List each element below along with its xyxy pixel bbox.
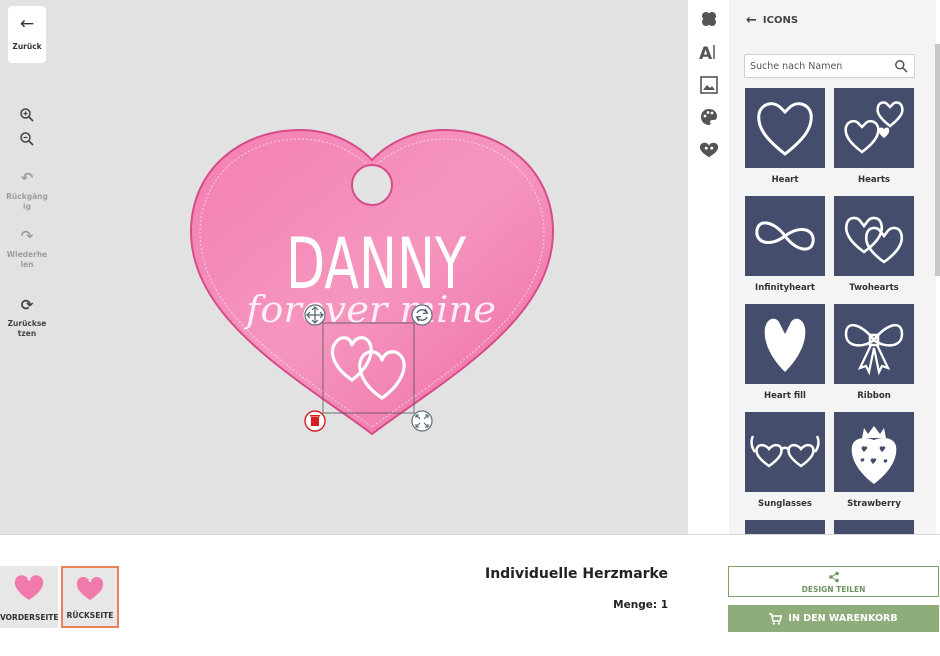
heart-tag-preview: DANNY forever mine — [189, 128, 555, 436]
image-tool-icon[interactable] — [699, 75, 719, 95]
icon-label: Heart fill — [764, 391, 806, 401]
ribbon-icon — [844, 323, 904, 376]
footer-bar: VORDERSEITE RÜCKSEITE Individuelle Herzm… — [0, 534, 940, 656]
panel-title: ICONS — [762, 14, 799, 26]
icon-label: Ribbon — [857, 391, 891, 401]
text-tool-icon[interactable]: A — [699, 42, 719, 62]
two-hearts-icon — [844, 216, 904, 264]
icon-label: Twohearts — [849, 283, 899, 293]
panel-scrollbar[interactable] — [935, 44, 940, 276]
front-side-label: VORDERSEITE — [0, 613, 59, 622]
panel-header[interactable]: ← ICONS — [729, 0, 936, 40]
resize-handle — [411, 410, 433, 432]
share-design-button[interactable]: DESIGN TEILEN — [728, 566, 939, 597]
icon-tile-infinityheart[interactable] — [745, 196, 825, 276]
icon-label: Heart — [771, 175, 799, 185]
icon-tile-ribbon[interactable] — [834, 304, 914, 384]
share-icon — [828, 571, 839, 583]
script-text: forever mine — [243, 290, 496, 331]
rotate-handle — [411, 304, 433, 326]
icon-label: Strawberry — [847, 499, 901, 509]
strawberry-icon — [851, 426, 897, 484]
quantity-text: Menge: 1 — [613, 599, 668, 611]
heart-thumb-icon — [14, 575, 44, 600]
icon-label: Hearts — [858, 175, 890, 185]
icon-tile-twohearts[interactable] — [834, 196, 914, 276]
product-title: Individuelle Herzmarke — [484, 566, 668, 582]
search-input[interactable]: Suche nach Namen — [744, 54, 915, 78]
hearts-icon — [844, 101, 904, 154]
icon-tile-partial[interactable] — [745, 520, 825, 534]
front-side-thumb[interactable]: VORDERSEITE — [0, 566, 59, 628]
tool-strip: A — [688, 0, 729, 534]
icon-tile-sunglasses[interactable] — [745, 412, 825, 492]
back-side-thumb[interactable]: RÜCKSEITE — [61, 566, 119, 628]
arrow-left-icon[interactable]: ← — [746, 13, 757, 28]
icon-tile-partial[interactable] — [834, 520, 914, 534]
heart-outline-icon — [757, 102, 813, 156]
search-placeholder: Suche nach Namen — [750, 61, 843, 72]
tag-hole — [351, 164, 393, 206]
icon-tile-strawberry[interactable] — [834, 412, 914, 492]
svg-text:A: A — [699, 44, 713, 62]
icon-tile-hearts[interactable] — [834, 88, 914, 168]
icon-tile-heart-fill[interactable] — [745, 304, 825, 384]
icon-label: Sunglasses — [758, 499, 812, 509]
delete-handle — [304, 410, 326, 432]
design-canvas[interactable]: ← Zurück ↶ Rückgäng ig ↷ Wiederhe len ⟳ … — [0, 0, 688, 534]
icon-label: Infinityheart — [755, 283, 815, 293]
search-icon[interactable] — [894, 59, 908, 73]
add-to-cart-button[interactable]: IN DEN WARENKORB — [728, 605, 939, 632]
move-handle — [304, 304, 326, 326]
cart-icon — [769, 612, 783, 625]
infinity-heart-icon — [755, 221, 815, 251]
heart-thumb-icon — [76, 576, 104, 601]
share-label: DESIGN TEILEN — [801, 585, 866, 594]
heart-fill-icon — [764, 318, 806, 372]
icons-panel: ← ICONS Suche nach Namen Heart Hearts In… — [729, 0, 936, 534]
palette-icon[interactable] — [699, 107, 719, 127]
back-side-label: RÜCKSEITE — [66, 611, 114, 620]
clover-icon[interactable] — [699, 9, 719, 29]
sunglasses-icon — [750, 435, 820, 468]
sticker-icon[interactable] — [699, 140, 719, 160]
cart-label: IN DEN WARENKORB — [788, 613, 898, 624]
icon-tile-heart[interactable] — [745, 88, 825, 168]
